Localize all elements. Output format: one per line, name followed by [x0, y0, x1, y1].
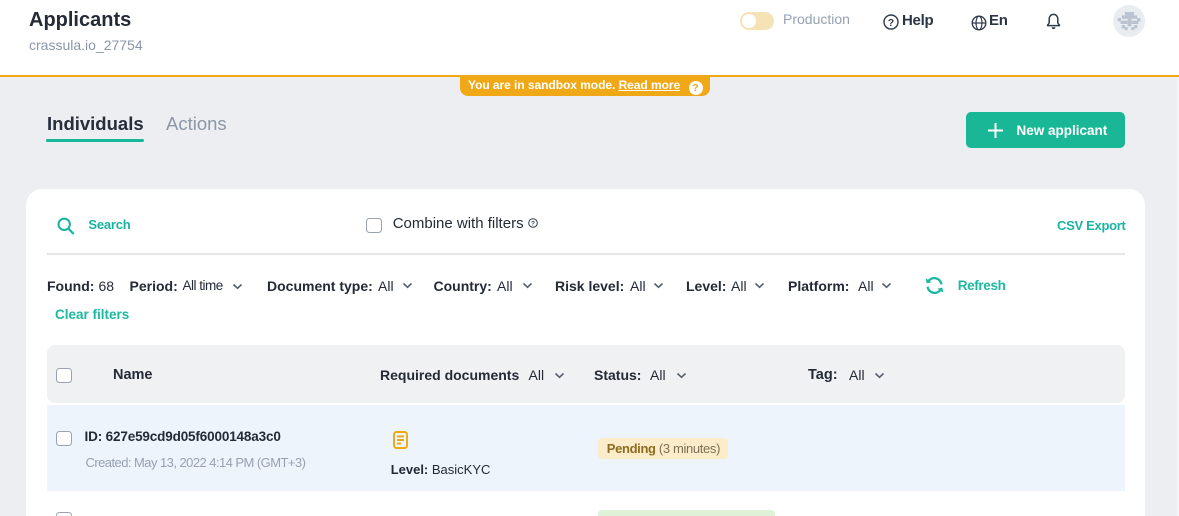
svg-text:?: ? — [531, 220, 535, 227]
svg-text:?: ? — [888, 17, 894, 29]
